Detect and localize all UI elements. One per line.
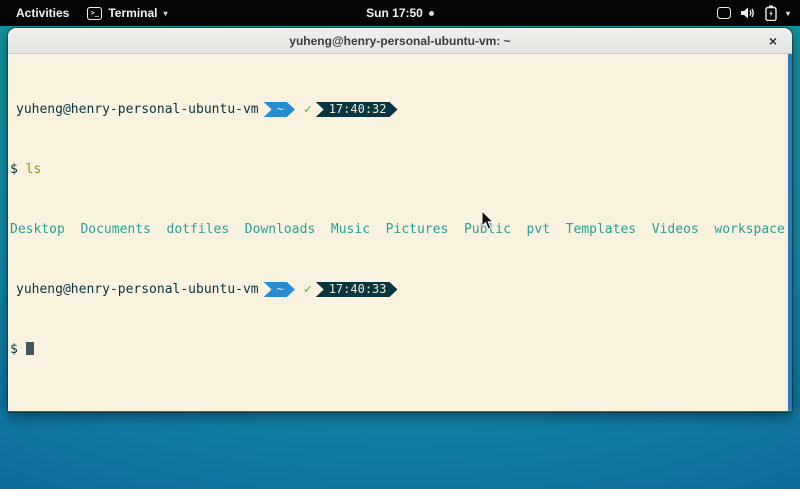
- prompt-char: $: [10, 162, 18, 177]
- activities-button[interactable]: Activities: [12, 6, 73, 20]
- ls-output-line: Desktop Documents dotfiles Downloads Music Pi…: [10, 222, 792, 237]
- input-line: $: [10, 342, 792, 357]
- app-menu-label: Terminal: [108, 6, 157, 20]
- chevron-down-icon: ▾: [786, 9, 790, 18]
- directory-name: Documents: [80, 222, 150, 237]
- system-status-area[interactable]: ▾: [717, 5, 800, 21]
- top-bar: Activities >_ Terminal ▾ Sun 17:50 ▾: [0, 0, 800, 26]
- prompt-user: yuheng@henry-personal-ubuntu-vm: [16, 282, 259, 297]
- terminal-icon: >_: [87, 7, 102, 20]
- status-check-icon: ✓: [304, 102, 312, 117]
- prompt-line-1: yuheng@henry-personal-ubuntu-vm ~ ✓ 17:40:3…: [10, 102, 792, 117]
- close-button[interactable]: ×: [763, 31, 783, 51]
- directory-name: workspace: [714, 222, 784, 237]
- scrollbar[interactable]: [788, 54, 792, 411]
- directory-name: Music: [331, 222, 370, 237]
- screen-icon: [717, 7, 731, 19]
- directory-name: dotfiles: [167, 222, 230, 237]
- terminal-window: yuheng@henry-personal-ubuntu-vm: ~ × yuh…: [8, 28, 792, 412]
- window-title: yuheng@henry-personal-ubuntu-vm: ~: [289, 34, 510, 48]
- prompt-path-segment: ~: [264, 282, 295, 297]
- status-check-icon: ✓: [304, 282, 312, 297]
- prompt-line-2: yuheng@henry-personal-ubuntu-vm ~ ✓ 17:40:3…: [10, 282, 792, 297]
- chevron-down-icon: ▾: [163, 9, 167, 18]
- notification-dot-icon: [429, 11, 434, 16]
- desktop: { "topbar": { "activities_label": "Activ…: [0, 0, 800, 489]
- mouse-cursor-icon: [481, 211, 495, 231]
- directory-name: Pictures: [386, 222, 449, 237]
- prompt-char: $: [10, 342, 18, 357]
- directory-name: Desktop: [10, 222, 65, 237]
- prompt-time-segment: 17:40:33: [316, 282, 398, 297]
- directory-name: Templates: [566, 222, 636, 237]
- prompt-path-segment: ~: [264, 102, 295, 117]
- command-line: $ ls: [10, 162, 792, 177]
- volume-icon: [740, 6, 756, 20]
- app-menu[interactable]: >_ Terminal ▾: [87, 6, 167, 20]
- prompt-time-segment: 17:40:32: [316, 102, 398, 117]
- directory-name: Downloads: [245, 222, 315, 237]
- terminal-cursor: [26, 342, 34, 355]
- clock[interactable]: Sun 17:50: [366, 6, 423, 20]
- directory-name: Videos: [652, 222, 699, 237]
- directory-name: pvt: [527, 222, 550, 237]
- battery-charging-icon: [765, 5, 777, 21]
- terminal-content[interactable]: yuheng@henry-personal-ubuntu-vm ~ ✓ 17:40:3…: [8, 54, 792, 411]
- prompt-user: yuheng@henry-personal-ubuntu-vm: [16, 102, 259, 117]
- window-titlebar[interactable]: yuheng@henry-personal-ubuntu-vm: ~ ×: [8, 28, 792, 54]
- command-text: ls: [26, 162, 42, 177]
